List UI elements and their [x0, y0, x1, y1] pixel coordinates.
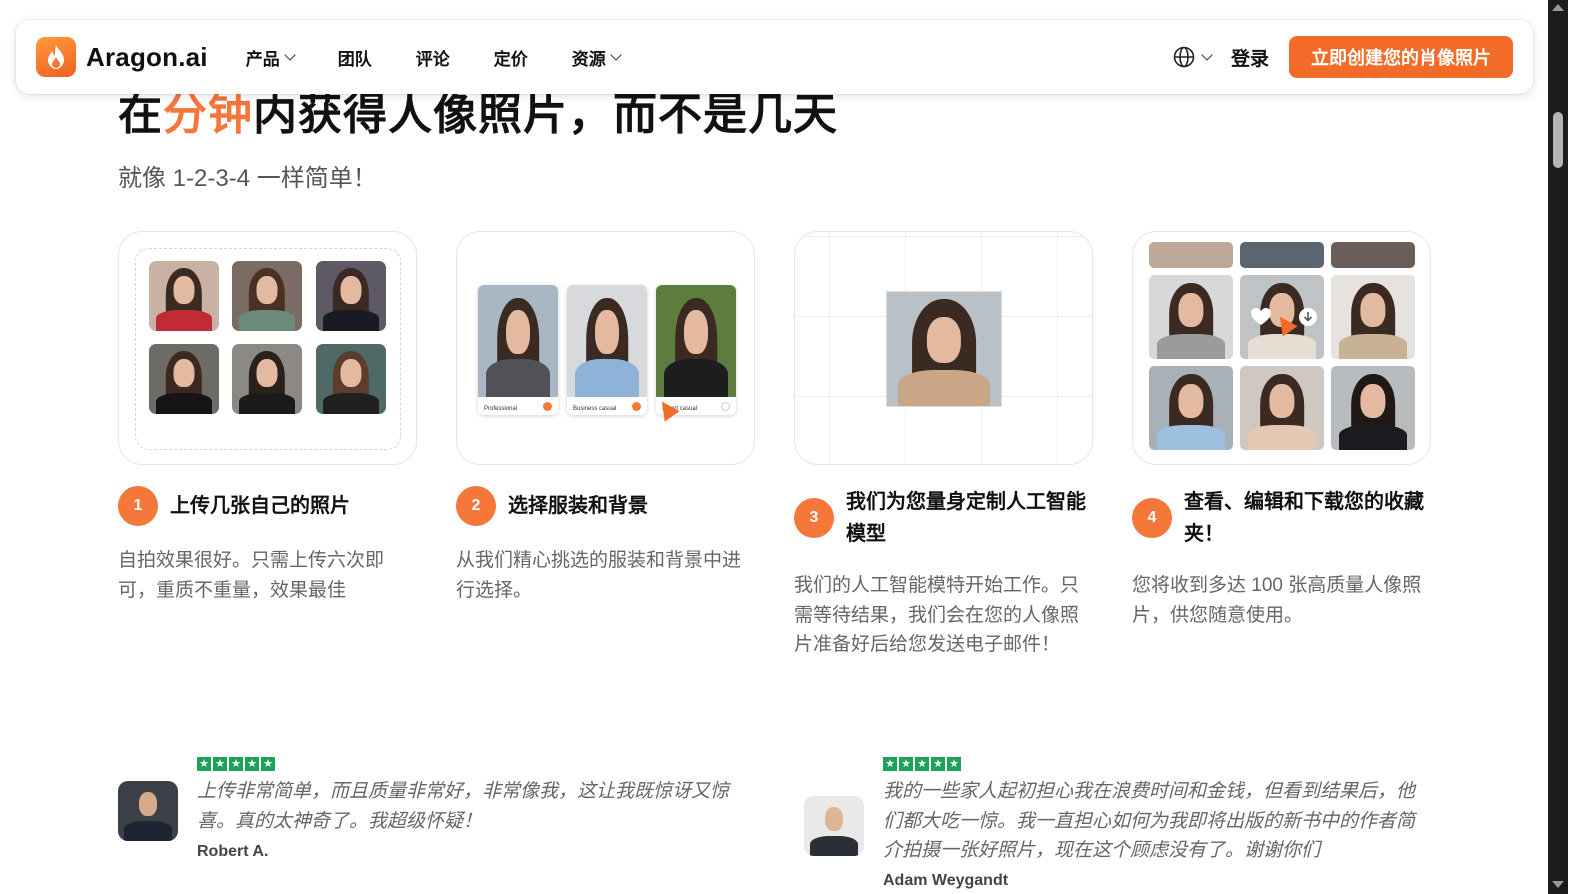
login-link[interactable]: 登录 — [1231, 44, 1269, 71]
gallery-photo[interactable] — [1331, 275, 1415, 359]
create-portrait-button[interactable]: 立即创建您的肖像照片 — [1289, 36, 1513, 78]
step-number-badge: 4 — [1132, 498, 1172, 538]
hero-title-accent: 分钟 — [163, 90, 253, 139]
step-description: 从我们精心挑选的服装和背景中进行选择。 — [456, 550, 742, 601]
gallery-photo[interactable] — [1240, 275, 1324, 359]
reviewer-avatar — [804, 796, 864, 856]
outfit-option-smart-casual[interactable]: Smart casual — [656, 285, 736, 415]
star-icon: ★ — [931, 757, 945, 771]
selfie-thumbnail — [149, 344, 219, 414]
star-icon: ★ — [899, 757, 913, 771]
star-icon: ★ — [197, 757, 211, 771]
selfie-thumbnail — [316, 344, 386, 414]
gallery-photo[interactable] — [1240, 366, 1324, 450]
reviewer-avatar — [118, 781, 178, 841]
scrollbar-thumb[interactable] — [1553, 112, 1563, 168]
scroll-down-arrow-icon[interactable] — [1552, 881, 1564, 888]
rating-stars: ★ ★ ★ ★ ★ — [197, 757, 275, 771]
gallery-photo[interactable] — [1331, 366, 1415, 450]
step-4-card — [1132, 231, 1431, 465]
step-2-heading: 2 选择服装和背景 — [456, 486, 748, 526]
star-icon: ★ — [213, 757, 227, 771]
nav-item-resources[interactable]: 资源 — [572, 45, 622, 70]
step-3-heading: 3 我们为您量身定制人工智能模型 — [794, 486, 1091, 550]
globe-icon — [1173, 46, 1195, 68]
step-4-heading: 4 查看、编辑和下载您的收藏夹！ — [1132, 486, 1429, 550]
outfit-option-business-casual[interactable]: Business casual — [567, 285, 647, 415]
rating-stars: ★ ★ ★ ★ ★ — [883, 757, 961, 771]
selfie-thumbnail — [316, 261, 386, 331]
step-description: 我们的人工智能模特开始工作。只需等待结果，我们会在您的人像照片准备好后给您发送电… — [794, 575, 1080, 655]
star-icon: ★ — [915, 757, 929, 771]
nav-menu: 产品 团队 评论 定价 资源 — [246, 45, 622, 70]
scroll-up-arrow-icon[interactable] — [1552, 4, 1564, 11]
nav-item-products[interactable]: 产品 — [246, 45, 296, 70]
step-title: 选择服装和背景 — [508, 495, 648, 517]
navbar: Aragon.ai 产品 团队 评论 定价 资源 登录 立即创建您的肖像照片 — [16, 20, 1533, 94]
chevron-down-icon — [1201, 49, 1213, 61]
selected-check-icon — [543, 402, 552, 411]
step-title: 查看、编辑和下载您的收藏夹！ — [1184, 491, 1424, 545]
gallery-photo[interactable] — [1149, 366, 1233, 450]
flame-icon — [36, 37, 76, 77]
star-icon: ★ — [883, 757, 897, 771]
gallery-photo[interactable] — [1149, 242, 1233, 268]
step-1-heading: 1 上传几张自己的照片 — [118, 486, 410, 526]
step-number-badge: 2 — [456, 486, 496, 526]
gallery-photo[interactable] — [1240, 242, 1324, 268]
download-icon[interactable] — [1298, 307, 1318, 327]
chevron-down-icon — [610, 49, 622, 61]
unselected-check-icon — [721, 402, 730, 411]
step-number-badge: 3 — [794, 498, 834, 538]
hero-subtitle: 就像 1-2-3-4 一样简单！ — [118, 165, 377, 192]
ai-model-portrait — [886, 291, 1002, 407]
nav-item-team[interactable]: 团队 — [338, 45, 372, 70]
step-2-card: Professional Business casual Smart casua… — [456, 231, 755, 465]
review-quote: 上传非常简单，而且质量非常好，非常像我，这让我既惊讶又惊喜。真的太神奇了。我超级… — [197, 781, 730, 832]
step-description: 您将收到多达 100 张高质量人像照片，供您随意使用。 — [1132, 575, 1422, 626]
review-author: Robert A. — [197, 843, 269, 860]
heart-icon[interactable] — [1250, 307, 1272, 327]
gallery-photo[interactable] — [1149, 275, 1233, 359]
language-selector[interactable] — [1173, 46, 1213, 68]
step-description: 自拍效果很好。只需上传六次即可，重质不重量，效果最佳 — [118, 550, 385, 601]
brand-name: Aragon.ai — [86, 41, 208, 72]
outfit-option-professional[interactable]: Professional — [478, 285, 558, 415]
selfie-thumbnail — [149, 261, 219, 331]
review-author: Adam Weygandt — [883, 872, 1009, 889]
star-icon: ★ — [229, 757, 243, 771]
step-3-card — [794, 231, 1093, 465]
star-icon: ★ — [947, 757, 961, 771]
step-title: 我们为您量身定制人工智能模型 — [846, 491, 1086, 545]
selfie-thumbnail — [232, 344, 302, 414]
selected-check-icon — [632, 402, 641, 411]
star-icon: ★ — [245, 757, 259, 771]
gallery-photo[interactable] — [1331, 242, 1415, 268]
brand-logo[interactable]: Aragon.ai — [36, 37, 208, 77]
page: 在分钟内获得人像照片，而不是几天 就像 1-2-3-4 一样简单！ Aragon… — [0, 0, 1568, 894]
step-1-card — [118, 231, 417, 465]
star-icon: ★ — [261, 757, 275, 771]
chevron-down-icon — [284, 49, 296, 61]
step-title: 上传几张自己的照片 — [170, 495, 350, 517]
nav-item-reviews[interactable]: 评论 — [416, 45, 450, 70]
selfie-thumbnail — [232, 261, 302, 331]
nav-item-pricing[interactable]: 定价 — [494, 45, 528, 70]
review-quote: 我的一些家人起初担心我在浪费时间和金钱，但看到结果后，他们都大吃一惊。我一直担心… — [883, 781, 1416, 861]
vertical-scrollbar[interactable] — [1548, 0, 1568, 894]
step-number-badge: 1 — [118, 486, 158, 526]
